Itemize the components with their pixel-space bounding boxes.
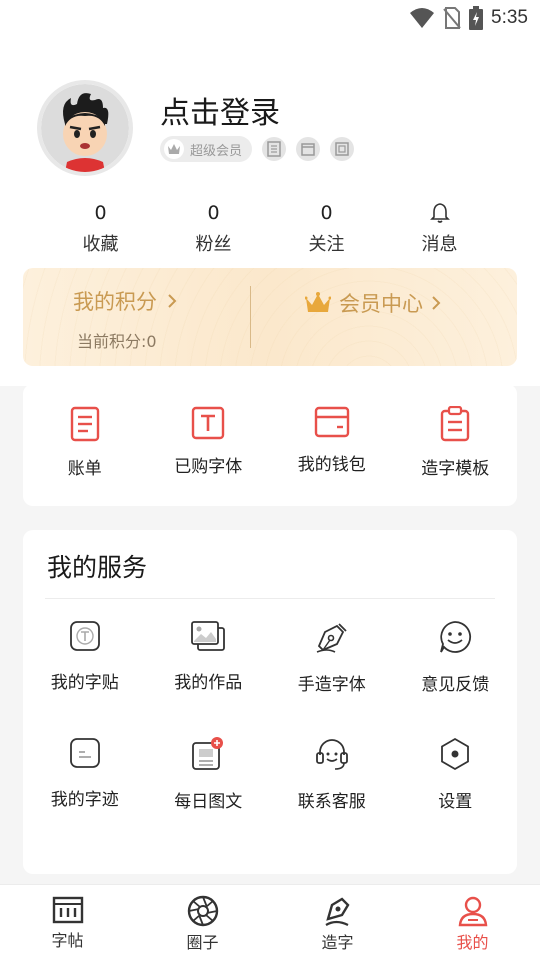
handwriting-icon: [69, 738, 100, 768]
tool-bill-label: 账单: [67, 459, 102, 479]
headset-icon: [315, 739, 348, 770]
tab-mine-label: 我的: [456, 933, 489, 952]
favorites-count: 0: [94, 202, 107, 224]
following-count: 0: [320, 202, 333, 224]
chevron-right-icon: [168, 294, 177, 308]
font-t-icon: [192, 406, 225, 440]
bottom-tabbar: 字帖 圈子 造字 我的: [0, 884, 540, 960]
tab-create-char-label: 造字: [321, 933, 354, 952]
copybook-icon: [69, 621, 100, 651]
pen-nib-icon: [316, 623, 347, 653]
settings-hexagon-icon: [441, 737, 470, 771]
stat-favorites[interactable]: 0 收藏: [44, 200, 157, 256]
service-handmade-font[interactable]: 手造字体: [270, 620, 394, 695]
services-grid: 我的字贴 我的作品 手造字体 意见反馈 我的字迹 每日图文 联系客服 设置: [23, 620, 517, 812]
points-divider: [250, 286, 251, 348]
service-feedback[interactable]: 意见反馈: [394, 620, 518, 695]
points-vip-card: 我的积分 当前积分:0 会员中心: [23, 268, 517, 366]
service-settings-label: 设置: [438, 792, 473, 812]
messages-label: 消息: [421, 234, 458, 255]
tool-purchased-fonts[interactable]: 已购字体: [147, 384, 271, 506]
super-vip-badge[interactable]: 超级会员: [160, 136, 253, 162]
stat-messages[interactable]: 消息: [383, 200, 496, 256]
tool-char-template-label: 造字模板: [421, 459, 490, 479]
tab-circle[interactable]: 圈子: [135, 885, 270, 960]
status-bar: 5:35: [0, 0, 540, 36]
my-services-card: 我的服务 我的字贴 我的作品 手造字体 意见反馈 我的字迹 每日图文 联系客服 …: [23, 530, 517, 874]
service-daily-picture[interactable]: 每日图文: [147, 737, 271, 812]
tool-char-template[interactable]: 造字模板: [394, 384, 518, 506]
favorites-label: 收藏: [82, 234, 119, 255]
services-divider: [45, 598, 495, 599]
tab-mine[interactable]: 我的: [405, 885, 540, 960]
battery-icon: [469, 6, 484, 30]
service-customer-support[interactable]: 联系客服: [270, 737, 394, 812]
services-title: 我的服务: [47, 553, 148, 582]
login-prompt[interactable]: 点击登录: [160, 88, 280, 132]
user-tab-icon: [458, 896, 487, 927]
tab-copybook[interactable]: 字帖: [0, 885, 135, 960]
vip-badge-label: 超级会员: [190, 143, 243, 159]
document-badge-icon: [335, 142, 349, 156]
medal-badge-1[interactable]: [262, 137, 287, 161]
service-my-copybook-label: 我的字贴: [50, 673, 119, 693]
bell-icon: [429, 200, 450, 226]
wallet-icon: [314, 406, 349, 438]
smiley-chat-icon: [440, 621, 472, 653]
clipboard-icon: [441, 406, 470, 442]
vip-center-link[interactable]: 会员中心: [305, 288, 441, 318]
status-icons: 5:35: [409, 6, 528, 30]
service-my-works-label: 我的作品: [174, 673, 243, 693]
medal-badge-3[interactable]: [330, 137, 355, 161]
badge-row: 超级会员: [160, 136, 355, 162]
daily-picture-icon: [192, 737, 224, 770]
status-time: 5:35: [491, 7, 528, 28]
vip-center-label: 会员中心: [339, 292, 423, 316]
gallery-icon: [191, 621, 226, 651]
avatar-character-icon: [41, 84, 129, 172]
tab-create-char[interactable]: 造字: [270, 885, 405, 960]
stat-fans[interactable]: 0 粉丝: [157, 200, 270, 256]
service-my-works[interactable]: 我的作品: [147, 620, 271, 695]
tool-bill[interactable]: 账单: [23, 384, 147, 506]
tab-copybook-label: 字帖: [51, 931, 84, 950]
service-my-handwriting[interactable]: 我的字迹: [23, 737, 147, 812]
my-points-link[interactable]: 我的积分: [73, 286, 177, 316]
crown-icon: [164, 139, 184, 159]
bill-icon: [70, 406, 99, 442]
stats-row: 0 收藏 0 粉丝 0 关注 消息: [44, 200, 496, 256]
fans-count: 0: [207, 202, 220, 224]
service-my-handwriting-label: 我的字迹: [50, 790, 119, 810]
pen-tab-icon: [324, 897, 350, 926]
service-feedback-label: 意见反馈: [421, 675, 490, 695]
avatar[interactable]: [37, 80, 133, 176]
tool-purchased-fonts-label: 已购字体: [174, 457, 243, 477]
medal-badge-2[interactable]: [296, 137, 321, 161]
chevron-right-icon: [432, 296, 441, 310]
tool-wallet[interactable]: 我的钱包: [270, 384, 394, 506]
my-points-label: 我的积分: [73, 290, 157, 314]
quick-tools-card: 账单 已购字体 我的钱包 造字模板: [23, 384, 517, 506]
service-handmade-font-label: 手造字体: [297, 675, 366, 695]
copybook-tab-icon: [52, 896, 83, 924]
service-customer-support-label: 联系客服: [297, 792, 366, 812]
following-label: 关注: [308, 234, 345, 255]
aperture-icon: [187, 895, 218, 927]
wifi-icon: [410, 8, 435, 28]
tool-wallet-label: 我的钱包: [297, 455, 366, 475]
book-badge-icon: [267, 141, 281, 157]
service-daily-picture-label: 每日图文: [174, 792, 243, 812]
calendar-badge-icon: [301, 143, 315, 156]
fans-label: 粉丝: [195, 234, 232, 255]
service-my-copybook[interactable]: 我的字贴: [23, 620, 147, 695]
no-sim-icon: [443, 7, 461, 29]
stat-following[interactable]: 0 关注: [270, 200, 383, 256]
current-points: 当前积分:0: [77, 332, 157, 351]
service-settings[interactable]: 设置: [394, 737, 518, 812]
gold-crown-icon: [305, 292, 331, 312]
tab-circle-label: 圈子: [186, 933, 219, 952]
